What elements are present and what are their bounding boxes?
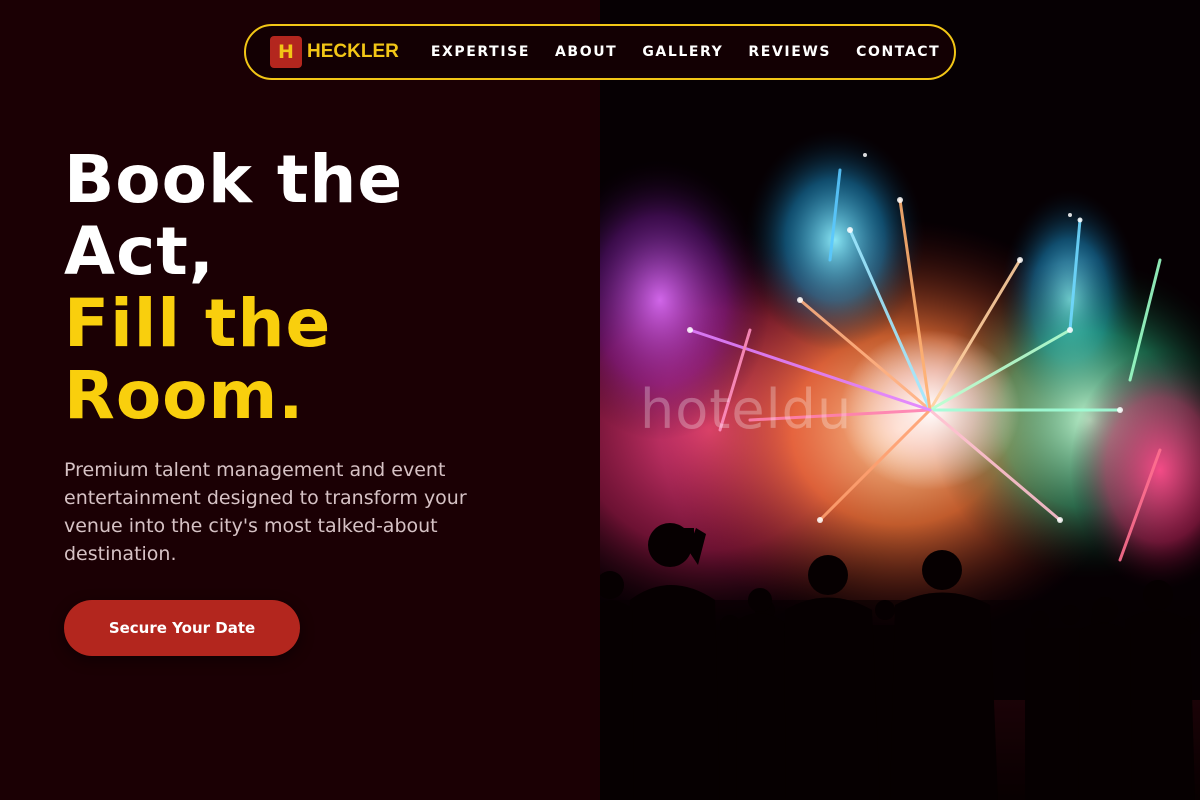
headline-line-2: Act, <box>64 213 215 290</box>
nav-item-about[interactable]: ABOUT <box>555 44 617 60</box>
top-navigation: H HECKLER EXPERTISE ABOUT GALLERY REVIEW… <box>244 24 956 80</box>
hero-headline: Book the Act, Fill the Room. <box>64 144 403 432</box>
hero-panel: Book the Act, Fill the Room. Premium tal… <box>0 0 600 800</box>
headline-line-4: Room. <box>64 357 305 434</box>
hero-image <box>600 0 1200 800</box>
headline-line-1: Book the <box>64 141 404 218</box>
headline-line-3: Fill the <box>64 285 332 362</box>
secure-your-date-button[interactable]: Secure Your Date <box>64 600 300 656</box>
brand-logo[interactable]: H HECKLER <box>270 36 399 68</box>
nav-item-reviews[interactable]: REVIEWS <box>748 44 831 60</box>
nav-links: EXPERTISE ABOUT GALLERY REVIEWS CONTACT <box>431 44 965 60</box>
nav-item-contact[interactable]: CONTACT <box>856 44 940 60</box>
hero-description: Premium talent management and event ente… <box>64 459 467 565</box>
logo-mark-icon: H <box>270 36 302 68</box>
brand-name: HECKLER <box>307 41 399 62</box>
fireworks-crowd-image <box>600 0 1200 800</box>
nav-item-gallery[interactable]: GALLERY <box>642 44 723 60</box>
page: Book the Act, Fill the Room. Premium tal… <box>0 0 1200 800</box>
nav-item-expertise[interactable]: EXPERTISE <box>431 44 530 60</box>
